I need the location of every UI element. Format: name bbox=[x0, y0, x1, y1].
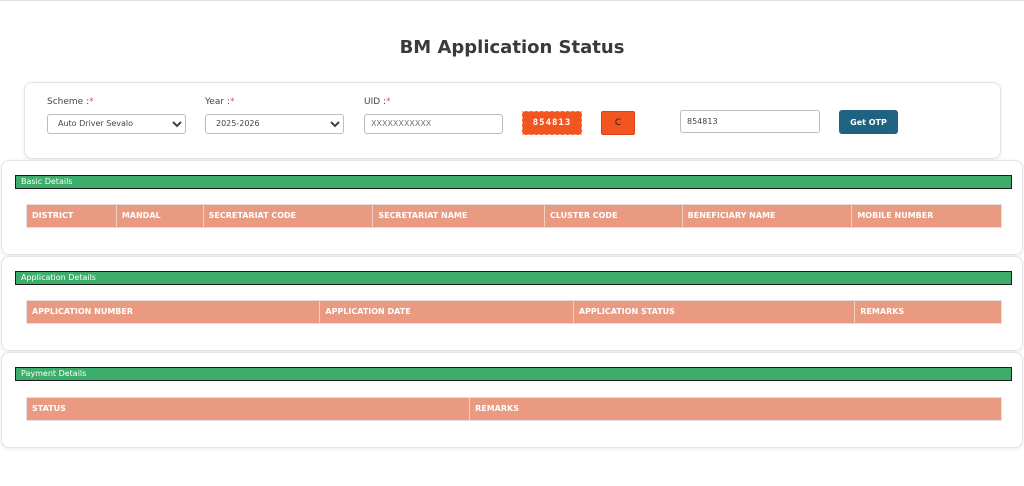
application-details-table-header: APPLICATION NUMBER APPLICATION DATE APPL… bbox=[26, 300, 1002, 324]
payment-details-header: Payment Details bbox=[15, 367, 1012, 381]
captcha-image: 854813 bbox=[522, 111, 582, 135]
uid-input[interactable] bbox=[364, 113, 503, 134]
column-header: BENEFICIARY NAME bbox=[683, 205, 853, 227]
search-form: Scheme :* Auto Driver Sevalo Year :* 202… bbox=[24, 82, 1001, 159]
column-header: SECRETARIAT NAME bbox=[373, 205, 545, 227]
year-select[interactable]: 2025-2026 bbox=[205, 113, 344, 134]
application-details-header: Application Details bbox=[15, 271, 1012, 285]
scheme-label: Scheme :* bbox=[47, 97, 94, 107]
payment-details-table-header: STATUS REMARKS bbox=[26, 397, 1002, 421]
payment-details-card: Payment Details STATUS REMARKS bbox=[1, 352, 1023, 448]
column-header: MOBILE NUMBER bbox=[857, 211, 934, 220]
column-header: MANDAL bbox=[117, 205, 204, 227]
column-header: SECRETARIAT CODE bbox=[204, 205, 374, 227]
application-details-card: Application Details APPLICATION NUMBER A… bbox=[1, 256, 1023, 351]
basic-details-table-header: DISTRICT MANDAL SECRETARIAT CODE SECRETA… bbox=[26, 204, 1002, 228]
column-header: STATUS bbox=[27, 398, 471, 420]
column-header: APPLICATION STATUS bbox=[574, 301, 856, 323]
uid-label: UID :* bbox=[364, 97, 391, 107]
uid-field: UID :* bbox=[364, 97, 503, 134]
column-header: APPLICATION NUMBER bbox=[27, 301, 321, 323]
year-field: Year :* 2025-2026 bbox=[205, 97, 344, 134]
column-header: REMARKS bbox=[475, 404, 519, 413]
basic-details-card: Basic Details DISTRICT MANDAL SECRETARIA… bbox=[1, 160, 1023, 255]
scheme-select[interactable]: Auto Driver Sevalo bbox=[47, 113, 186, 134]
refresh-icon: C bbox=[614, 118, 622, 128]
page-title: BM Application Status bbox=[399, 37, 625, 58]
get-otp-button[interactable]: Get OTP bbox=[839, 110, 898, 134]
scheme-field: Scheme :* Auto Driver Sevalo bbox=[47, 97, 186, 134]
column-header: REMARKS bbox=[860, 307, 905, 316]
column-header: CLUSTER CODE bbox=[545, 205, 683, 227]
captcha-input[interactable] bbox=[680, 110, 820, 133]
column-header: DISTRICT bbox=[27, 205, 117, 227]
captcha-refresh-button[interactable]: C bbox=[601, 111, 635, 135]
basic-details-header: Basic Details bbox=[15, 175, 1012, 189]
year-label: Year :* bbox=[205, 97, 235, 107]
column-header: APPLICATION DATE bbox=[320, 301, 574, 323]
